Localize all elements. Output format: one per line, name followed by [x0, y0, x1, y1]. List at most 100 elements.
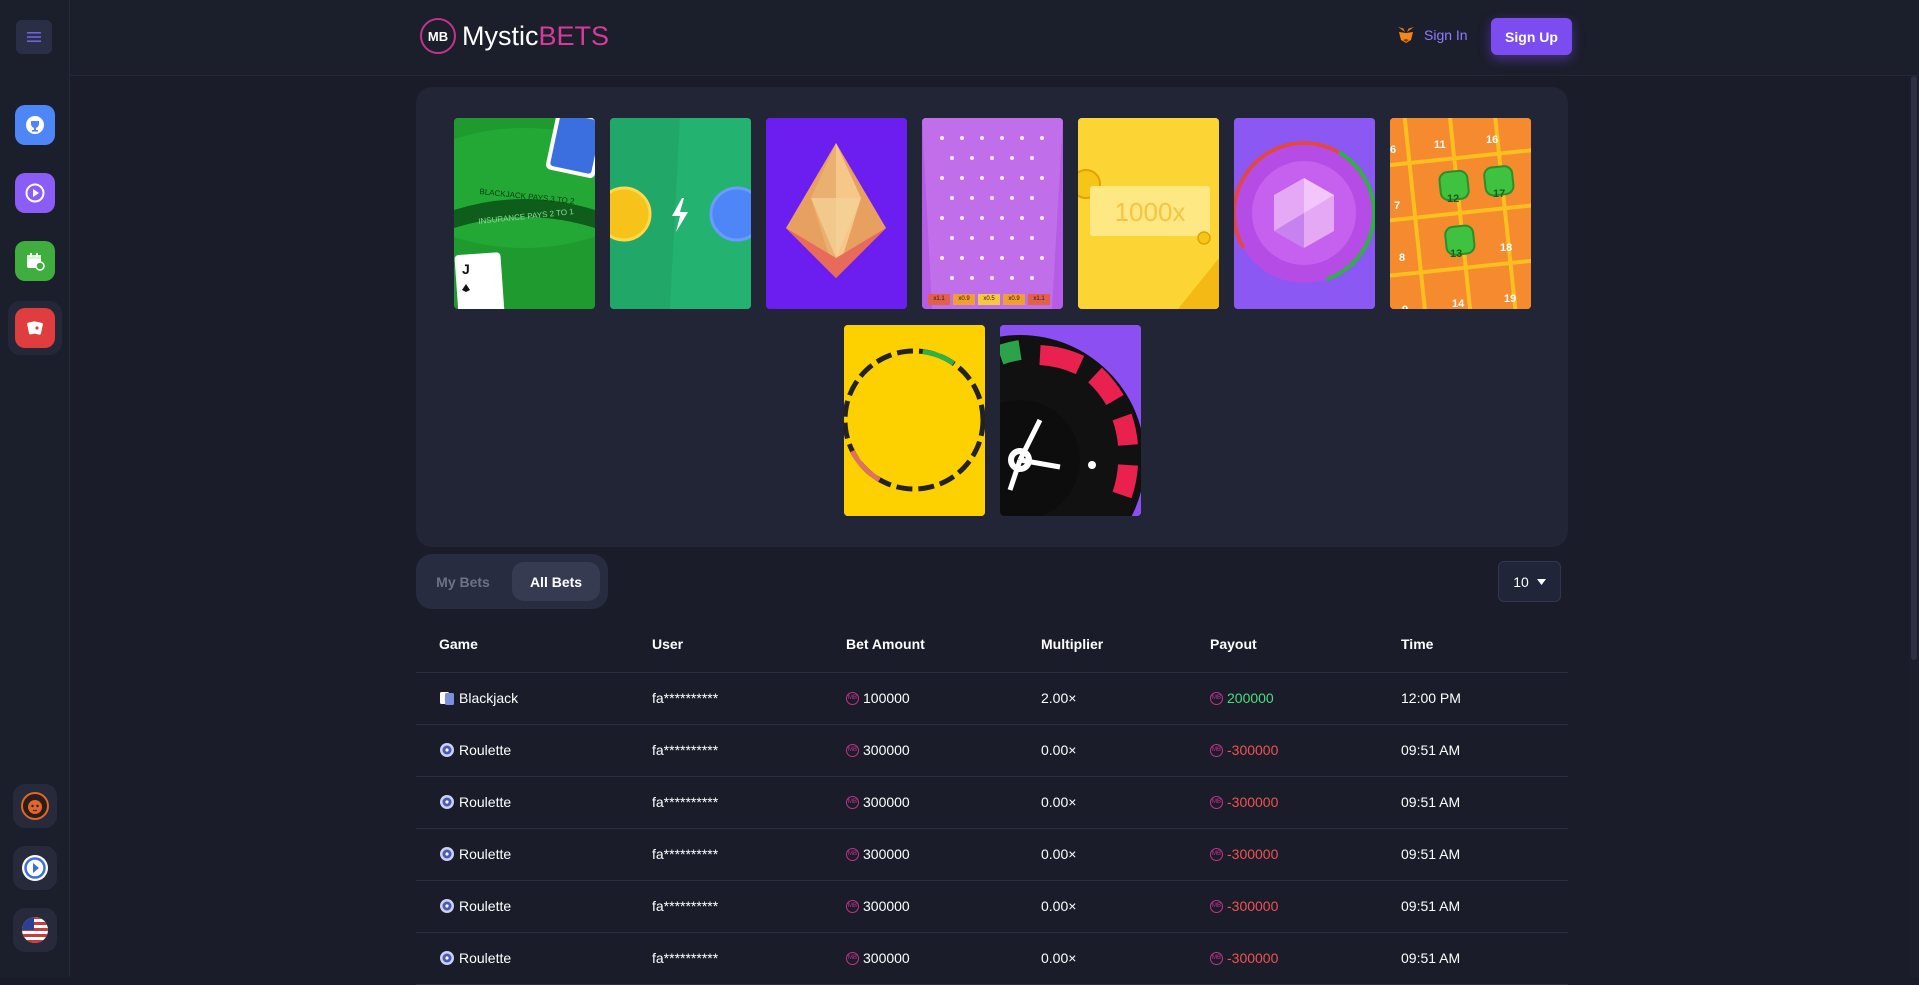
- scrollbar-thumb[interactable]: [1911, 76, 1917, 660]
- sidebar-bottom-tiger[interactable]: [13, 784, 57, 828]
- game-card-roulette[interactable]: [1000, 325, 1141, 516]
- payout-value: -300000: [1227, 846, 1279, 862]
- sidebar-item-live[interactable]: [15, 173, 55, 213]
- game-card-plinko[interactable]: x1.1 x0.9 x0.5 x0.9 x1.1: [922, 118, 1063, 309]
- multiplier-cell: 2.00×: [1041, 690, 1077, 706]
- game-card-keno[interactable]: 6 11 16 7 12 17 8 13 18 9 14 19: [1390, 118, 1531, 309]
- table-row[interactable]: Roulette fa********** MB 300000 0.00× MB -…: [416, 777, 1568, 829]
- game-card-crystal[interactable]: [766, 118, 907, 309]
- metamask-fox-icon: [1398, 27, 1414, 43]
- coin-icon: MB: [846, 951, 859, 965]
- sign-up-button[interactable]: Sign Up: [1491, 18, 1572, 55]
- sidebar-item-tournaments[interactable]: [15, 105, 55, 145]
- sign-in-link[interactable]: Sign In: [1396, 26, 1468, 44]
- payout-value: -300000: [1227, 794, 1279, 810]
- page-size-select[interactable]: 10: [1498, 561, 1561, 602]
- brand-name-accent: BETS: [538, 20, 610, 51]
- table-row[interactable]: Roulette fa********** MB 300000 0.00× MB -…: [416, 829, 1568, 881]
- amount-cell: MB 300000: [846, 794, 910, 810]
- caret-down-icon: [1536, 578, 1546, 585]
- user-cell: fa**********: [652, 846, 719, 862]
- tab-all-bets[interactable]: All Bets: [512, 562, 600, 601]
- games-panel: BLACKJACK PAYS 3 TO 2 INSURANCE PAYS 2 T…: [416, 87, 1568, 547]
- column-bet-amount: Bet Amount: [846, 636, 925, 652]
- game-card-crash[interactable]: 1000x: [1078, 118, 1219, 309]
- coin-icon: MB: [1210, 691, 1223, 705]
- tiger-icon: [21, 792, 49, 820]
- multiplier-cell: 0.00×: [1041, 898, 1077, 914]
- blackjack-game-icon: [439, 690, 455, 706]
- plinko-slot-3: x0.5: [983, 296, 995, 302]
- game-cell: Blackjack: [439, 690, 518, 706]
- amount-cell: MB 300000: [846, 898, 910, 914]
- multiplier-cell: 0.00×: [1041, 794, 1077, 810]
- trophy-icon: [26, 116, 44, 134]
- hamburger-icon: [27, 32, 41, 42]
- brand-logo[interactable]: MB MysticBETS: [420, 18, 609, 54]
- keno-number-7: 8: [1399, 252, 1406, 264]
- game-cell: Roulette: [439, 794, 511, 810]
- table-header: Game User Bet Amount Multiplier Payout T…: [416, 619, 1568, 673]
- sidebar-item-casino[interactable]: [8, 301, 62, 355]
- payout-cell: MB -300000: [1210, 846, 1278, 862]
- game-card-limbo[interactable]: [844, 325, 985, 516]
- coin-icon: MB: [846, 743, 859, 757]
- sidebar: [0, 0, 70, 977]
- sidebar-item-events[interactable]: [15, 241, 55, 281]
- game-card-wheel[interactable]: [1234, 118, 1375, 309]
- column-payout: Payout: [1210, 636, 1257, 652]
- play-icon: [25, 183, 45, 203]
- coin-icon: MB: [1210, 795, 1223, 809]
- table-row[interactable]: Roulette fa********** MB 300000 0.00× MB -…: [416, 725, 1568, 777]
- time-cell: 09:51 AM: [1401, 846, 1461, 862]
- multiplier-cell: 0.00×: [1041, 950, 1077, 966]
- top-bar: MB MysticBETS Sign In Sign Up: [70, 0, 1919, 76]
- page-size-value: 10: [1513, 573, 1529, 590]
- game-cell: Roulette: [439, 742, 511, 758]
- tab-my-bets[interactable]: My Bets: [428, 562, 498, 601]
- keno-number-1: 6: [1390, 144, 1397, 156]
- game-cell: Roulette: [439, 846, 511, 862]
- roulette-game-icon: [439, 950, 455, 966]
- coin-icon: MB: [1210, 743, 1223, 757]
- hamburger-menu-button[interactable]: [16, 20, 52, 54]
- plinko-slot-5: x1.1: [1033, 296, 1045, 302]
- coin-icon: MB: [1210, 951, 1223, 965]
- support-icon: [22, 855, 48, 881]
- user-cell: fa**********: [652, 742, 719, 758]
- game-name: Roulette: [459, 742, 512, 758]
- user-cell: fa**********: [652, 794, 719, 810]
- column-game: Game: [439, 636, 478, 652]
- coin-icon: MB: [846, 795, 859, 809]
- table-row[interactable]: Roulette fa********** MB 300000 0.00× MB -…: [416, 881, 1568, 933]
- game-card-coinflip[interactable]: [610, 118, 751, 309]
- crash-multiplier-label: 1000x: [1114, 197, 1186, 227]
- game-name: Roulette: [459, 950, 512, 966]
- time-cell: 09:51 AM: [1401, 950, 1461, 966]
- time-cell: 09:51 AM: [1401, 794, 1461, 810]
- limbo-art: [844, 325, 985, 516]
- multiplier-cell: 0.00×: [1041, 742, 1077, 758]
- cards-icon: [27, 321, 43, 335]
- coin-icon: MB: [846, 899, 859, 913]
- keno-art: [1390, 118, 1531, 309]
- table-row[interactable]: Roulette fa********** MB 300000 0.00× MB -…: [416, 933, 1568, 985]
- keno-number-6: 17: [1493, 188, 1506, 200]
- page-scrollbar[interactable]: [1909, 76, 1919, 977]
- game-card-blackjack[interactable]: BLACKJACK PAYS 3 TO 2 INSURANCE PAYS 2 T…: [454, 118, 595, 309]
- coinflip-art: [610, 118, 751, 309]
- plinko-slot-4: x0.9: [1008, 296, 1020, 302]
- payout-cell: MB -300000: [1210, 794, 1278, 810]
- table-row[interactable]: Blackjack fa********** MB 100000 2.00× MB…: [416, 673, 1568, 725]
- roulette-art: [1000, 325, 1141, 516]
- game-name: Roulette: [459, 794, 512, 810]
- amount-cell: MB 300000: [846, 846, 910, 862]
- keno-number-9: 18: [1500, 242, 1513, 254]
- column-user: User: [652, 636, 684, 652]
- amount-cell: MB 300000: [846, 950, 910, 966]
- sidebar-bottom-language[interactable]: [13, 908, 57, 952]
- sign-in-label: Sign In: [1424, 27, 1468, 43]
- column-multiplier: Multiplier: [1041, 636, 1104, 652]
- plinko-slot-2: x0.9: [958, 296, 970, 302]
- sidebar-bottom-support[interactable]: [13, 846, 57, 890]
